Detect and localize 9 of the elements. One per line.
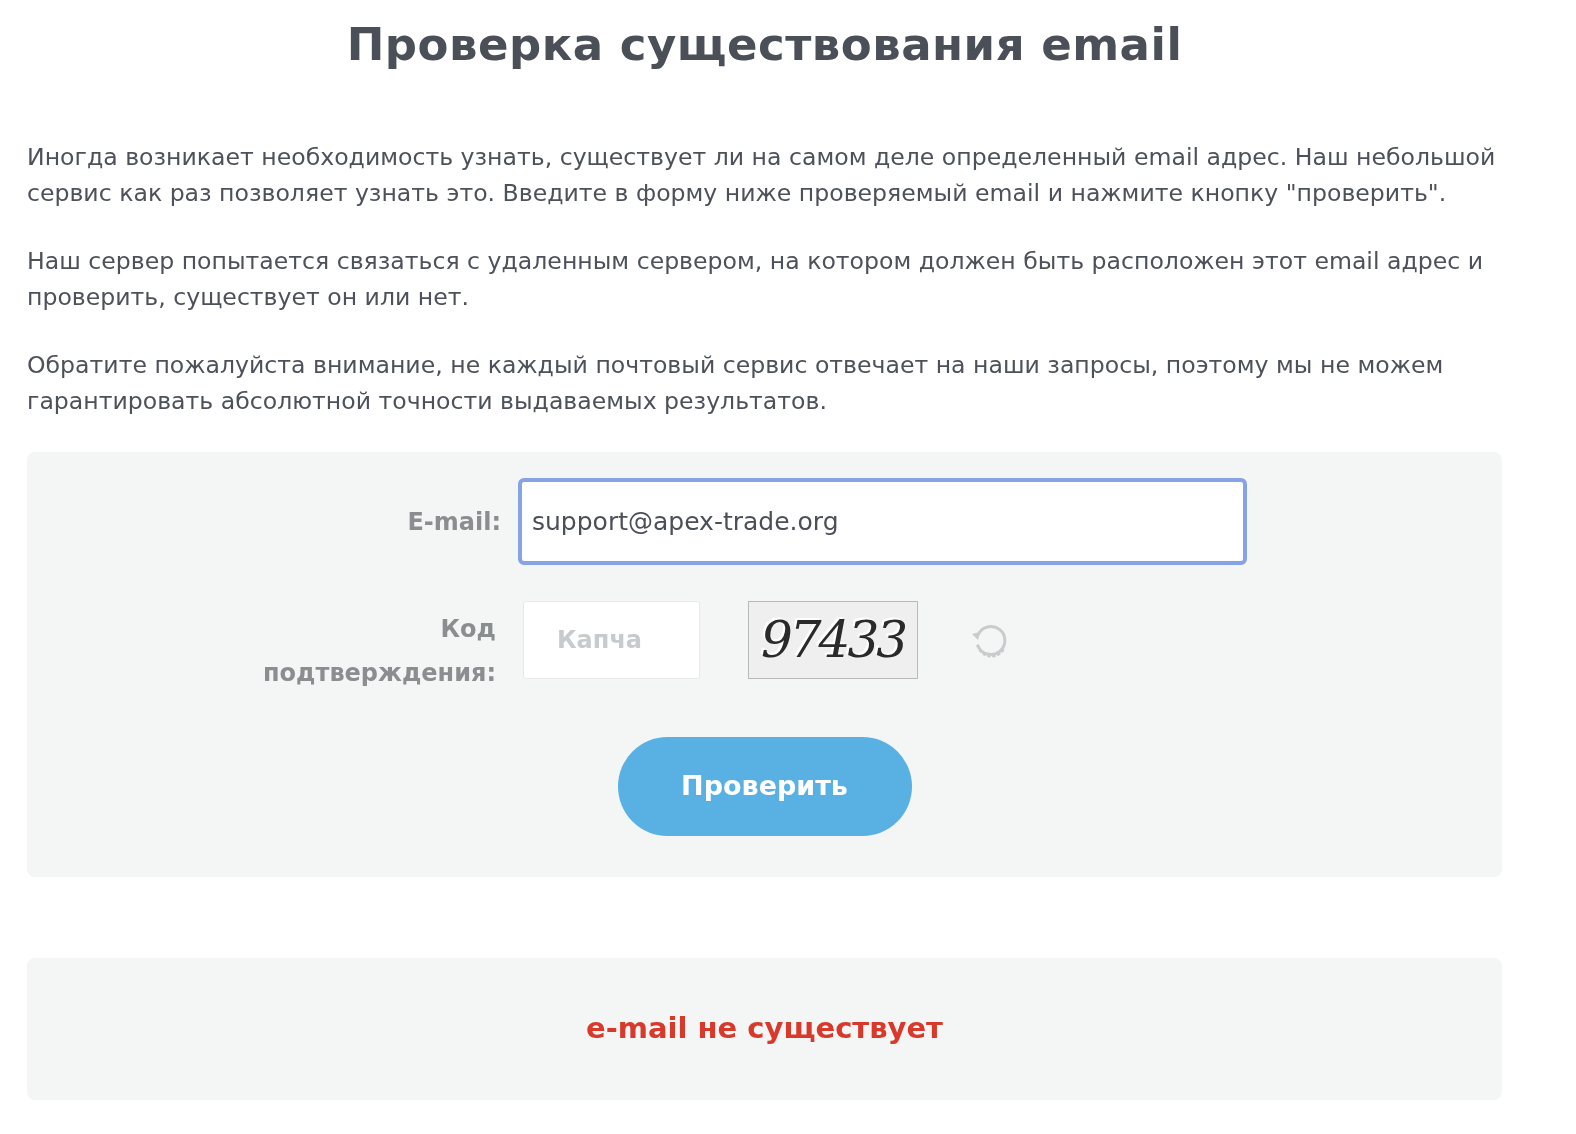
intro-paragraph: Наш сервер попытается связаться с удаленным сервером, на котором должен быть расположен этот email адрес и проверить, существует он или нет. — [27, 246, 1485, 313]
intro-paragraph: Обратите пожалуйста внимание, не каждый почтовый сервис отвечает на наши запросы, поэтому мы не можем гарантировать абсолютной точности выдаваемых результатов. — [27, 350, 1445, 417]
result-message: e-mail не существует — [586, 1010, 943, 1048]
captcha-image: 97433 — [748, 601, 918, 679]
page-title: Проверка существования email — [345, 17, 1184, 73]
field-label: Код подтверждения: — [262, 614, 496, 689]
intro-paragraph: Иногда возникает необходимость узнать, существует ли на самом деле определенный email адрес. Наш небольшой сервис как раз позволяет узнать это. Введите в форму ниже проверяемый email и нажмите кнопку "проверить". — [27, 142, 1497, 209]
email-input[interactable]: support@apex-trade.org — [518, 478, 1247, 565]
field-label: E-mail: — [406, 506, 501, 538]
